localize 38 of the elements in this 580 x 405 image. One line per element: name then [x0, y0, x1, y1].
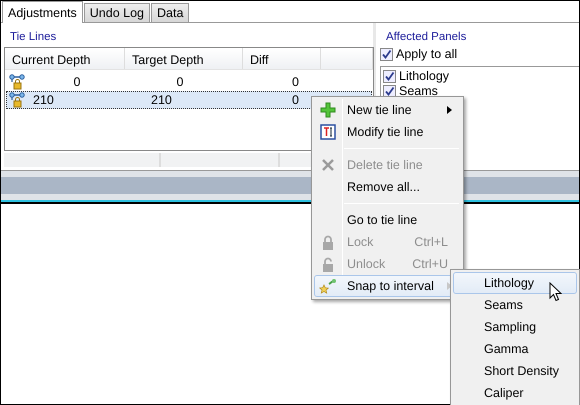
group-title: Tie Lines: [9, 30, 58, 45]
tie-line-icon: [9, 74, 25, 90]
column-header[interactable]: Current Depth: [5, 48, 125, 69]
menu-item[interactable]: Gamma: [453, 338, 577, 360]
lock-icon: [322, 256, 334, 272]
table-row[interactable]: 0 0 0: [6, 73, 372, 91]
cursor-icon: [549, 282, 562, 302]
table-cell-text: 210: [151, 92, 172, 109]
menu-item[interactable]: Short Density: [453, 360, 577, 382]
group-title: Affected Panels: [385, 30, 468, 45]
table-cell-text: 0: [292, 74, 299, 91]
plus-icon: [320, 102, 336, 118]
text-edit-icon: [320, 124, 336, 140]
tab[interactable]: Undo Log: [84, 3, 150, 22]
lock-icon: [322, 234, 334, 250]
tab[interactable]: Data: [151, 3, 190, 22]
tab[interactable]: Adjustments: [2, 1, 83, 23]
menu-item[interactable]: Caliper: [453, 382, 577, 404]
checkbox-label: Seams: [399, 83, 438, 100]
star-icon: [319, 278, 337, 294]
menu-item[interactable]: Go to tie line: [314, 209, 461, 231]
close-icon: [321, 158, 335, 172]
checkbox-label: Lithology: [399, 68, 450, 86]
column-header[interactable]: Target Depth: [125, 48, 243, 69]
checkbox[interactable]: [380, 48, 393, 61]
table-cell-text: 0: [74, 74, 80, 91]
column-header[interactable]: Diff: [243, 48, 321, 69]
menu-item[interactable]: Sampling: [453, 316, 577, 338]
tie-line-icon: [9, 92, 25, 108]
menu-item[interactable]: Remove all...: [314, 176, 461, 198]
menu-item[interactable]: Seams: [453, 294, 577, 316]
menu-item[interactable]: Modify tie line: [314, 121, 461, 143]
checkbox-label: Apply to all: [396, 46, 458, 64]
table-cell-text: 210: [33, 92, 54, 109]
checkbox[interactable]: [383, 70, 396, 83]
table-cell-text: 0: [292, 92, 299, 109]
table-cell-text: 0: [176, 74, 184, 91]
menu-item[interactable]: Lithology: [453, 272, 577, 294]
